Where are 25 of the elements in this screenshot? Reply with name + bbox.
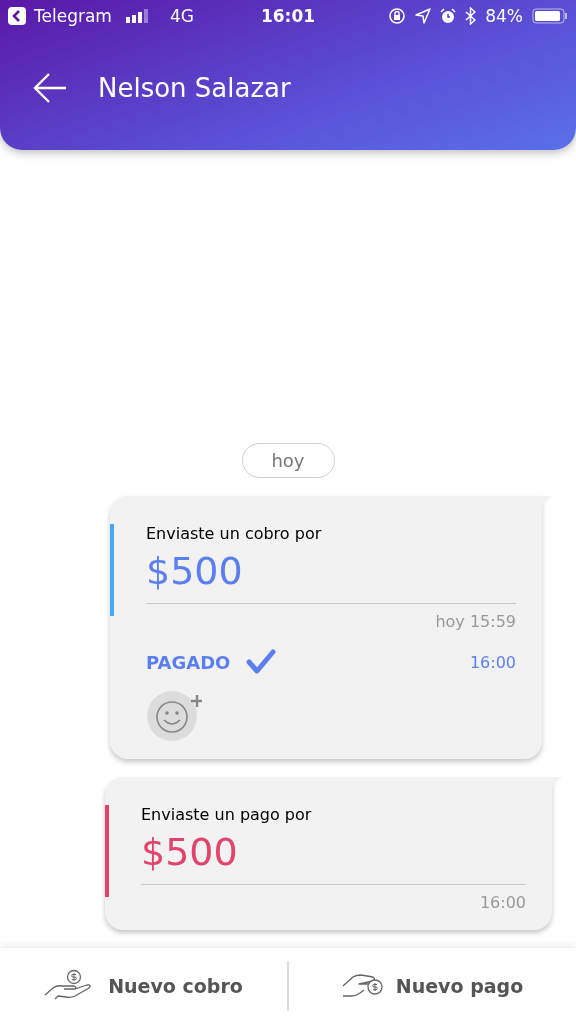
battery-percent: 84% <box>485 6 523 26</box>
bluetooth-icon <box>465 7 477 25</box>
sent-time: hoy 15:59 <box>434 612 516 631</box>
status-time: 16:00 <box>469 652 516 672</box>
back-button[interactable] <box>32 72 68 104</box>
add-reaction-button[interactable] <box>146 689 202 741</box>
paid-status: PAGADO <box>146 651 231 673</box>
amount: $500 <box>141 830 239 874</box>
clock-time: 16:01 <box>260 6 316 26</box>
network-type: 4G <box>169 6 194 26</box>
battery-icon <box>532 8 568 24</box>
alarm-icon <box>440 8 457 24</box>
message-title: Enviaste un pago por <box>141 805 312 824</box>
back-app-icon[interactable] <box>8 7 26 25</box>
sent-time: 16:00 <box>478 893 526 912</box>
new-payment-button[interactable]: Nuevo pago <box>289 948 576 1024</box>
contact-name: Nelson Salazar <box>98 73 291 103</box>
location-icon <box>415 8 432 24</box>
amount: $500 <box>146 549 244 593</box>
hand-giving-coin-icon <box>341 972 386 1000</box>
new-charge-button[interactable]: Nuevo cobro <box>0 948 287 1024</box>
rotation-lock-icon <box>388 7 407 25</box>
message-title: Enviaste un cobro por <box>146 524 322 543</box>
back-app-link[interactable]: Telegram <box>34 6 112 26</box>
check-icon <box>246 649 277 675</box>
